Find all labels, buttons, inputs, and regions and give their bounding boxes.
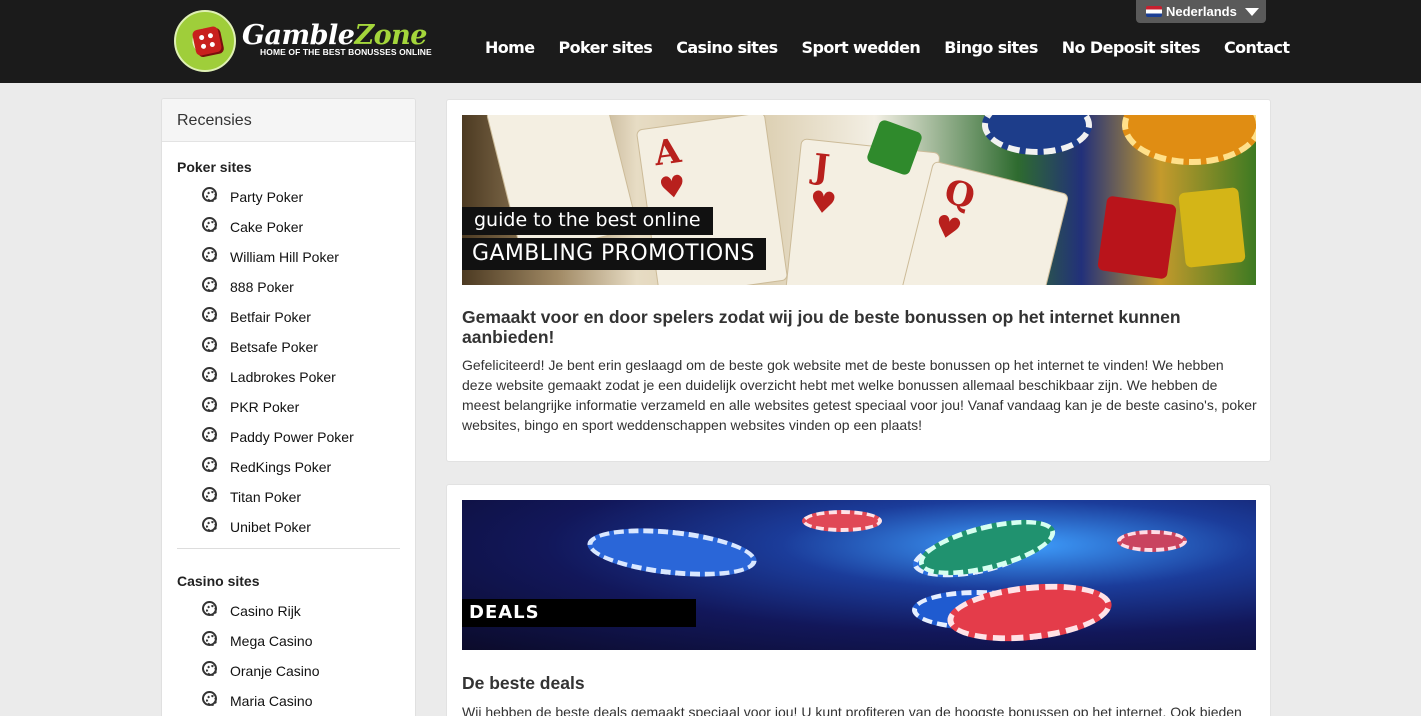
promotions-card: A ♥ J ♥ Q ♥ guide to the best online GAMBLI… [446,99,1271,462]
sidebar-item-label: Betfair Poker [230,309,311,325]
card-title: Gemaakt voor en door spelers zodat wij j… [462,307,1181,347]
sidebar-item-label: PKR Poker [230,399,300,415]
sidebar-item-label: RedKings Poker [230,459,332,475]
casino-chip-image [1122,115,1256,165]
poker-chip-icon [202,396,217,412]
banner-subtitle: guide to the best online [462,207,713,235]
casino-chip-image [1117,530,1187,552]
sidebar-item-titan-poker[interactable]: Titan Poker [162,482,415,512]
casino-chip-image [944,576,1115,649]
sidebar-item-label: Maria Casino [230,693,313,709]
language-selector[interactable]: Nederlands [1136,0,1266,23]
sidebar-item-ladbrokes-poker[interactable]: Ladbrokes Poker [162,362,415,392]
sidebar-item-label: Titan Poker [230,489,302,505]
sidebar-item-label: Mega Casino [230,633,313,649]
sidebar-divider [177,548,400,549]
sidebar-item-paddy-power-poker[interactable]: Paddy Power Poker [162,422,415,452]
poker-chip-icon [202,660,217,676]
banner-title: GAMBLING PROMOTIONS [462,238,766,270]
sidebar-item-redkings-poker[interactable]: RedKings Poker [162,452,415,482]
dice-image [1178,187,1246,268]
sidebar-item-label: Paddy Power Poker [230,429,354,445]
sidebar-item-maria-casino[interactable]: Maria Casino [162,686,415,716]
casino-chip-image [585,521,759,584]
main-nav: Home Poker sites Casino sites Sport wedd… [485,36,1290,60]
site-logo[interactable]: GambleZone HOME OF THE BEST BONUSSES ONL… [174,10,432,72]
casino-sites-list: Casino Rijk Mega Casino Oranje Casino Ma… [162,596,415,716]
nav-bingo-sites[interactable]: Bingo sites [944,36,1038,60]
sidebar-title: Recensies [162,99,415,142]
poker-chip-icon [202,276,217,292]
poker-chip-icon [202,216,217,232]
logo-tagline: HOME OF THE BEST BONUSSES ONLINE [260,47,432,57]
nav-sport-wedden[interactable]: Sport wedden [802,36,921,60]
deals-card: DEALS De beste deals Wij hebben de beste… [446,484,1271,716]
sidebar-item-888-poker[interactable]: 888 Poker [162,272,415,302]
sidebar-item-mega-casino[interactable]: Mega Casino [162,626,415,656]
sidebar-item-unibet-poker[interactable]: Unibet Poker [162,512,415,542]
dice-image [1097,195,1177,280]
deals-banner[interactable]: DEALS [462,500,1256,650]
poker-chip-icon [202,516,217,532]
sidebar-item-label: Cake Poker [230,219,304,235]
poker-chip-icon [202,186,217,202]
card-text: Wij hebben de beste deals gemaakt specia… [462,704,1242,716]
nav-no-deposit-sites[interactable]: No Deposit sites [1062,36,1201,60]
sidebar-item-casino-rijk[interactable]: Casino Rijk [162,596,415,626]
nav-casino-sites[interactable]: Casino sites [676,36,778,60]
poker-chip-icon [202,690,217,706]
nav-contact[interactable]: Contact [1224,36,1290,60]
poker-chip-icon [202,630,217,646]
sidebar-item-betfair-poker[interactable]: Betfair Poker [162,302,415,332]
casino-chip-image [802,510,882,532]
netherlands-flag-icon [1146,6,1162,17]
poker-sites-list: Party Poker Cake Poker William Hill Poke… [162,182,415,542]
sidebar-item-pkr-poker[interactable]: PKR Poker [162,392,415,422]
sidebar-item-oranje-casino[interactable]: Oranje Casino [162,656,415,686]
sidebar-item-label: William Hill Poker [230,249,339,265]
dice-icon [191,25,223,57]
banner-title: DEALS [462,599,696,627]
card-title: De beste deals [462,673,585,693]
reviews-sidebar: Recensies Poker sites Party Poker Cake P… [161,98,416,716]
sidebar-item-label: Betsafe Poker [230,339,318,355]
casino-chip-image [982,115,1092,155]
poker-chip-icon [202,426,217,442]
sidebar-item-william-hill-poker[interactable]: William Hill Poker [162,242,415,272]
sidebar-item-label: Ladbrokes Poker [230,369,336,385]
poker-chip-icon [202,486,217,502]
nav-poker-sites[interactable]: Poker sites [559,36,653,60]
sidebar-item-cake-poker[interactable]: Cake Poker [162,212,415,242]
site-header: GambleZone HOME OF THE BEST BONUSSES ONL… [0,0,1421,83]
poker-chip-icon [202,456,217,472]
promotions-banner[interactable]: A ♥ J ♥ Q ♥ guide to the best online GAMBLI… [462,115,1256,285]
casino-sites-heading: Casino sites [177,573,260,589]
poker-chip-icon [202,336,217,352]
poker-sites-heading: Poker sites [177,159,252,175]
sidebar-item-party-poker[interactable]: Party Poker [162,182,415,212]
caret-down-icon [1244,7,1259,16]
poker-chip-icon [202,600,217,616]
sidebar-item-label: 888 Poker [230,279,294,295]
poker-chip-icon [202,366,217,382]
language-label: Nederlands [1166,4,1237,19]
logo-badge-icon [174,10,236,72]
sidebar-item-label: Party Poker [230,189,304,205]
card-text: Gefeliciteerd! Je bent erin geslaagd om … [462,357,1257,433]
poker-chip-icon [202,246,217,262]
sidebar-item-label: Unibet Poker [230,519,311,535]
sidebar-item-label: Oranje Casino [230,663,320,679]
sidebar-item-betsafe-poker[interactable]: Betsafe Poker [162,332,415,362]
playing-card-image [485,115,639,258]
sidebar-item-label: Casino Rijk [230,603,301,619]
nav-home[interactable]: Home [485,36,535,60]
poker-chip-icon [202,306,217,322]
